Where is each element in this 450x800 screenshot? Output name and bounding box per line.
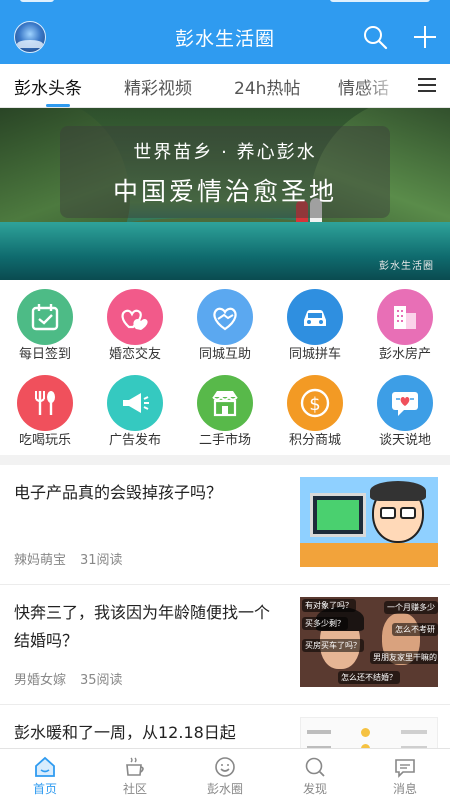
quick-link-label: 二手市场: [198, 433, 251, 448]
search-icon[interactable]: [362, 24, 388, 50]
tab-hot-posts[interactable]: 24h热帖: [234, 74, 300, 99]
status-bar-right: [330, 0, 430, 2]
building-icon: [377, 289, 433, 345]
article-thumbnail: [300, 477, 438, 567]
nav-label: 社区: [122, 782, 147, 796]
nav-discover[interactable]: 发现: [270, 749, 360, 800]
active-tab-indicator: [46, 104, 70, 107]
car-icon: [287, 289, 343, 345]
quick-link-dating[interactable]: 婚恋交友: [90, 285, 180, 365]
home-icon: [35, 756, 55, 777]
article-author: 辣妈萌宝: [14, 553, 67, 568]
chat-heart-icon: [377, 375, 433, 431]
handshake-heart-icon: [197, 289, 253, 345]
coin-icon: $: [287, 375, 343, 431]
quick-link-advertise[interactable]: 广告发布: [90, 371, 180, 451]
bottom-navigation: 首页 社区 彭水圈 发现 消息: [0, 748, 450, 800]
nav-label: 发现: [302, 782, 327, 796]
fork-spoon-icon: [17, 375, 73, 431]
quick-link-label: 广告发布: [108, 433, 161, 448]
nav-community[interactable]: 社区: [90, 749, 180, 800]
article-reads: 35阅读: [80, 673, 123, 688]
quick-link-food-fun[interactable]: 吃喝玩乐: [0, 371, 90, 451]
app-header: 彭水生活圈: [0, 0, 450, 64]
quick-link-label: 彭水房产: [378, 347, 431, 362]
tab-headlines[interactable]: 彭水头条: [14, 74, 82, 99]
quick-link-label: 谈天说地: [378, 433, 431, 448]
article-title: 快奔三了，我该因为年龄随便找一个结婚吗？: [14, 603, 271, 650]
quick-link-checkin[interactable]: 每日签到: [0, 285, 90, 365]
nav-label: 彭水圈: [206, 782, 243, 796]
quick-link-mutual-help[interactable]: 同城互助: [180, 285, 270, 365]
article-thumbnail: 有对象了吗？ 一个月赚多少 买多少剩？ 怎么不考研 买房买车了吗？ 男朋友家里干…: [300, 597, 438, 687]
article-meta: 男婚女嫁 35阅读: [14, 669, 123, 688]
discover-search-icon: [305, 757, 325, 777]
smile-circle-icon: [215, 757, 235, 777]
article-author: 男婚女嫁: [14, 673, 67, 688]
quick-link-label: 每日签到: [18, 347, 71, 362]
category-tabs: 彭水头条 精彩视频 24h热帖 情感话: [0, 64, 450, 108]
nav-label: 消息: [392, 782, 417, 796]
svg-text:$: $: [309, 394, 320, 415]
calendar-check-icon: [17, 289, 73, 345]
message-bubble-icon: [395, 759, 415, 778]
quick-link-carpool[interactable]: 同城拼车: [270, 285, 360, 365]
banner-slogan: 世界苗乡 · 养心彭水: [133, 142, 317, 163]
megaphone-icon: [107, 375, 163, 431]
quick-link-label: 同城互助: [198, 347, 251, 362]
nav-home[interactable]: 首页: [0, 749, 90, 800]
nav-messages[interactable]: 消息: [360, 749, 450, 800]
list-item[interactable]: 彭水暖和了一周，从12.18日起: [0, 705, 450, 748]
banner-headline: 中国爱情治愈圣地: [112, 177, 337, 206]
status-bar-left: [20, 0, 54, 2]
section-divider: [0, 455, 450, 465]
quick-link-label: 吃喝玩乐: [18, 433, 71, 448]
nav-label: 首页: [32, 782, 57, 796]
quick-link-label: 积分商城: [288, 433, 341, 448]
article-title: 电子产品真的会毁掉孩子吗？: [14, 483, 223, 502]
article-reads: 31阅读: [80, 553, 123, 568]
coffee-cup-icon: [126, 757, 144, 776]
plus-icon[interactable]: [412, 24, 438, 50]
quick-link-label: 同城拼车: [288, 347, 341, 362]
quick-link-points-mall[interactable]: $ 积分商城: [270, 371, 360, 451]
list-item[interactable]: 快奔三了，我该因为年龄随便找一个结婚吗？ 男婚女嫁 35阅读 有对象了吗？ 一个月…: [0, 585, 450, 705]
shop-icon: [197, 375, 253, 431]
article-thumbnail: [300, 717, 438, 748]
tab-videos[interactable]: 精彩视频: [124, 74, 192, 99]
quick-link-chat[interactable]: 谈天说地: [360, 371, 450, 451]
menu-icon[interactable]: [410, 64, 450, 107]
article-meta: 辣妈萌宝 31阅读: [14, 549, 123, 568]
list-item[interactable]: 电子产品真的会毁掉孩子吗？ 辣妈萌宝 31阅读: [0, 465, 450, 585]
quick-link-real-estate[interactable]: 彭水房产: [360, 285, 450, 365]
news-feed: 电子产品真的会毁掉孩子吗？ 辣妈萌宝 31阅读 快奔三了，我该因为年龄随便找一个结…: [0, 465, 450, 748]
quick-link-label: 婚恋交友: [108, 347, 161, 362]
promo-banner[interactable]: 世界苗乡 · 养心彭水 中国爱情治愈圣地 彭水生活圈: [0, 108, 450, 280]
article-title: 彭水暖和了一周，从12.18日起: [14, 723, 236, 742]
tab-fade: [360, 64, 405, 107]
quick-link-second-hand[interactable]: 二手市场: [180, 371, 270, 451]
nav-circle[interactable]: 彭水圈: [180, 749, 270, 800]
quick-links-grid: 每日签到 婚恋交友 同城互助 同城拼车 彭水房产 吃喝玩乐 广告发布 二手市场 …: [0, 285, 450, 455]
hearts-icon: [107, 289, 163, 345]
banner-watermark: 彭水生活圈: [379, 261, 434, 272]
